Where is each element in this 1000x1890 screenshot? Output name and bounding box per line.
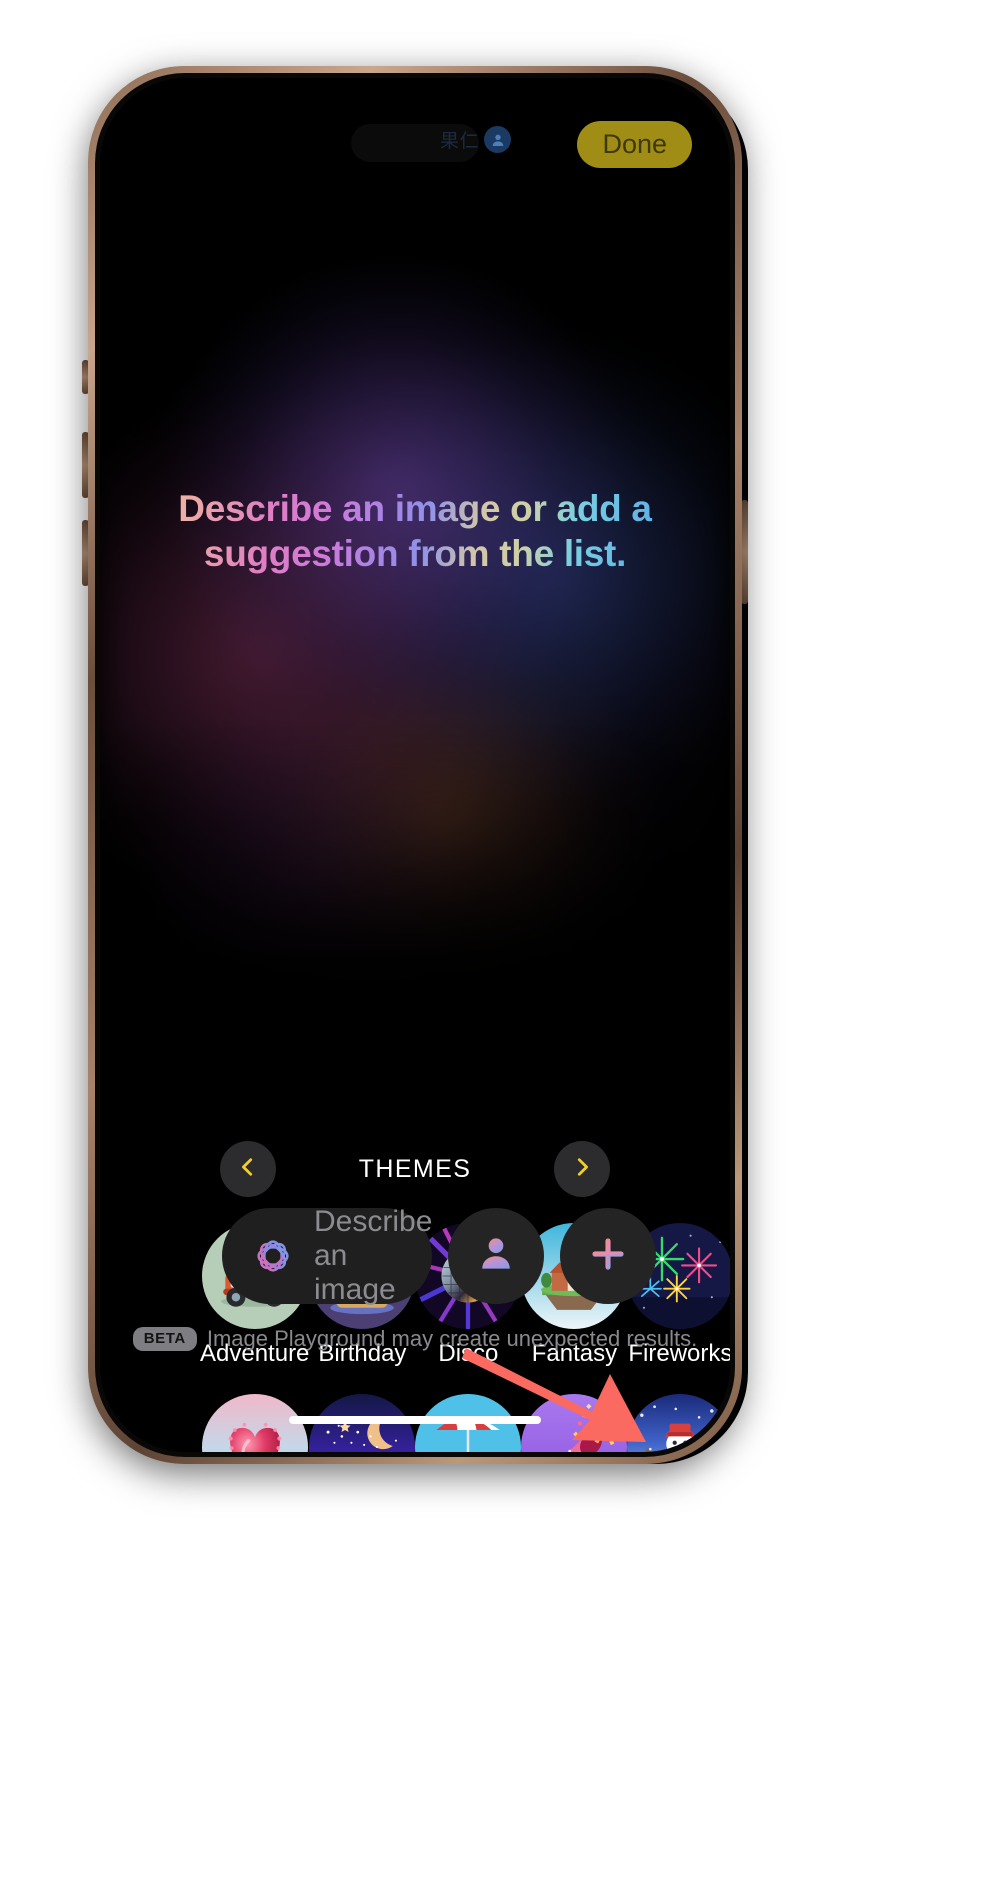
person-button[interactable] bbox=[448, 1208, 545, 1304]
add-button[interactable] bbox=[560, 1208, 657, 1304]
power-button[interactable] bbox=[741, 500, 748, 604]
plus-icon bbox=[586, 1232, 630, 1281]
beta-badge: BETA bbox=[132, 1327, 197, 1351]
describe-input[interactable]: Describe an image bbox=[222, 1205, 433, 1306]
themes-header: THEMES bbox=[100, 1141, 730, 1197]
status-app-name: 果仁 bbox=[440, 131, 480, 152]
screenshot-canvas: 果仁 Done Describe an image or add a sugge… bbox=[0, 0, 1000, 1890]
glow-fade-overlay bbox=[100, 718, 730, 1058]
status-app-label: 果仁 bbox=[440, 126, 512, 153]
themes-next-button[interactable] bbox=[554, 1141, 610, 1197]
phone-screen: 果仁 Done Describe an image or add a sugge… bbox=[100, 78, 730, 1452]
home-indicator[interactable] bbox=[289, 1416, 541, 1424]
theme-item-winter-holidays[interactable]: Winter Holidays bbox=[627, 1393, 730, 1452]
prompt-input-row: Describe an image bbox=[222, 1205, 657, 1306]
beta-disclaimer: BETA Image Playground may create unexpec… bbox=[100, 1326, 730, 1352]
chevron-right-icon bbox=[571, 1156, 593, 1183]
person-icon bbox=[474, 1232, 518, 1281]
phone-bezel: 果仁 Done Describe an image or add a sugge… bbox=[95, 73, 735, 1457]
apple-intelligence-icon bbox=[250, 1233, 296, 1279]
page-title: Describe an image or add a suggestion fr… bbox=[154, 486, 676, 576]
winter-holidays-thumbnail-icon bbox=[627, 1393, 730, 1452]
person-icon bbox=[484, 126, 512, 153]
themes-section-title: THEMES bbox=[358, 1155, 472, 1183]
describe-input-placeholder: Describe an image bbox=[314, 1205, 433, 1306]
disclaimer-text: Image Playground may create unexpected r… bbox=[206, 1326, 698, 1351]
phone-frame: 果仁 Done Describe an image or add a sugge… bbox=[88, 66, 742, 1464]
done-button[interactable]: Done bbox=[577, 121, 692, 168]
